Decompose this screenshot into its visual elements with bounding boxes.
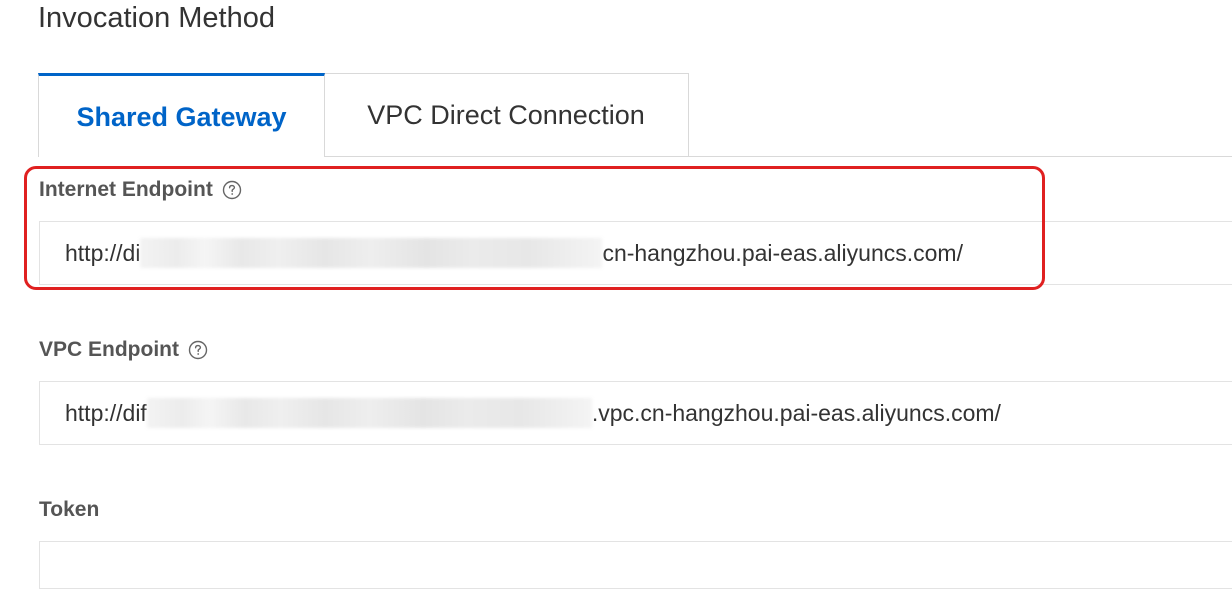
vpc-endpoint-prefix: http://dif — [65, 399, 147, 426]
internet-endpoint-label: Internet Endpoint — [39, 178, 242, 202]
tab-shared-gateway[interactable]: Shared Gateway — [38, 73, 325, 157]
question-circle-icon[interactable] — [188, 340, 208, 360]
question-circle-icon[interactable] — [222, 180, 242, 200]
token-label: Token — [39, 498, 99, 522]
tab-bar: Shared Gateway VPC Direct Connection — [38, 73, 1232, 157]
token-label-text: Token — [39, 498, 100, 521]
internet-endpoint-label-text: Internet Endpoint — [39, 178, 213, 201]
redacted-region — [140, 238, 603, 268]
tab-divider — [324, 156, 1232, 157]
internet-endpoint-prefix: http://di — [65, 239, 141, 266]
token-field[interactable] — [39, 541, 1232, 589]
internet-endpoint-suffix: cn-hangzhou.pai-eas.aliyuncs.com/ — [602, 239, 963, 266]
vpc-endpoint-suffix: .vpc.cn-hangzhou.pai-eas.aliyuncs.com/ — [591, 399, 1001, 426]
internet-endpoint-field[interactable]: http://di cn-hangzhou.pai-eas.aliyuncs.c… — [39, 221, 1232, 285]
tab-vpc-direct-connection[interactable]: VPC Direct Connection — [324, 73, 689, 157]
vpc-endpoint-label-text: VPC Endpoint — [39, 338, 179, 361]
section-title: Invocation Method — [38, 2, 275, 34]
redacted-region — [146, 398, 592, 428]
vpc-endpoint-label: VPC Endpoint — [39, 338, 208, 362]
vpc-endpoint-field[interactable]: http://dif .vpc.cn-hangzhou.pai-eas.aliy… — [39, 381, 1232, 445]
